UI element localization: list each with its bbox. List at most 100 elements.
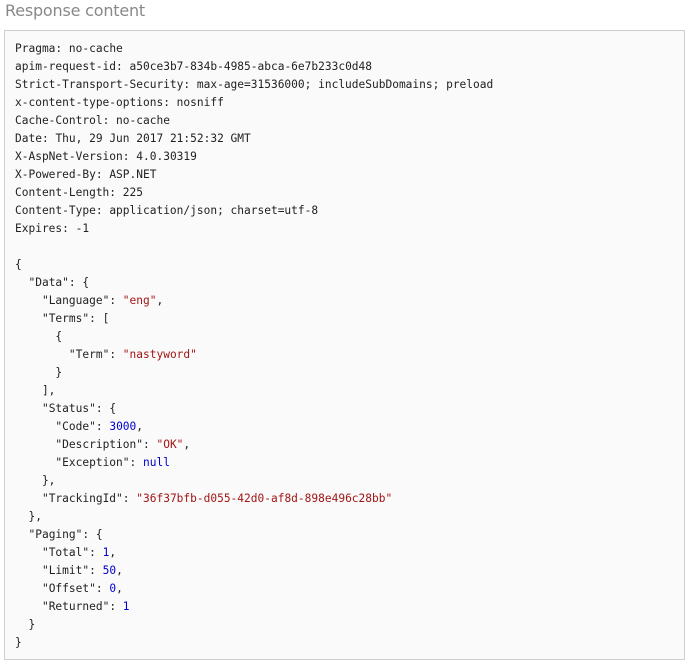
header-value: ASP.NET (109, 168, 157, 181)
json-punctuation (15, 582, 42, 595)
json-punctuation: : (109, 348, 123, 361)
header-separator: : (116, 60, 130, 73)
header-separator: : (41, 132, 56, 145)
json-key: "TrackingId" (41, 492, 123, 505)
header-name: Expires (15, 222, 63, 235)
json-punctuation: ], (15, 384, 56, 397)
json-punctuation: : [ (89, 312, 110, 325)
json-punctuation (15, 492, 42, 505)
json-punctuation: : (109, 600, 123, 613)
json-line: "Code": 3000, (15, 418, 674, 436)
json-punctuation: { (15, 330, 63, 343)
json-punctuation: : (95, 420, 110, 433)
json-line: "Returned": 1 (15, 598, 674, 616)
json-line: { (15, 328, 674, 346)
header-name: Content-Length (15, 186, 110, 199)
json-punctuation: , (136, 420, 144, 433)
json-key: "Total" (41, 546, 90, 559)
json-punctuation (15, 402, 42, 415)
header-value: nosniff (176, 96, 224, 109)
json-line: }, (15, 508, 674, 526)
json-key: "Offset" (41, 582, 96, 595)
header-value: -1 (75, 222, 90, 235)
json-line: "Exception": null (15, 454, 674, 472)
header-line: Date: Thu, 29 Jun 2017 21:52:32 GMT (15, 130, 674, 148)
json-punctuation (15, 276, 28, 289)
response-headers: Pragma: no-cache apim-request-id: a50ce3b… (15, 40, 674, 238)
header-value: 225 (122, 186, 143, 199)
json-punctuation (15, 600, 42, 613)
json-line: "Paging": { (15, 526, 674, 544)
json-punctuation: , (116, 564, 123, 577)
json-number-value: 50 (102, 564, 117, 577)
json-punctuation: : { (95, 402, 117, 415)
json-punctuation: }, (15, 474, 56, 487)
header-line: Content-Length: 225 (15, 184, 674, 202)
json-line: "Language": "eng", (15, 292, 674, 310)
json-null-value: null (143, 456, 170, 469)
json-punctuation: } (15, 636, 22, 649)
header-value: no-cache (68, 42, 123, 55)
json-punctuation (15, 456, 55, 469)
header-separator: : (62, 222, 76, 235)
header-separator: : (95, 168, 110, 181)
json-punctuation: : (142, 438, 157, 451)
header-name: Content-Type (15, 204, 96, 217)
json-number-value: 3000 (109, 420, 137, 433)
json-line: } (15, 616, 674, 634)
response-content-title: Response content (5, 1, 145, 20)
json-punctuation (15, 294, 42, 307)
header-separator: : (122, 150, 137, 163)
json-line: "Description": "OK", (15, 436, 674, 454)
json-punctuation: , (116, 582, 123, 595)
json-punctuation: , (183, 438, 191, 451)
json-string-value: "nastyword" (122, 348, 197, 361)
json-punctuation: }, (15, 510, 42, 523)
header-separator: : (163, 96, 177, 109)
json-key: "Status" (41, 402, 96, 415)
header-line: Pragma: no-cache (15, 40, 674, 58)
response-content-panel[interactable]: Pragma: no-cache apim-request-id: a50ce3b… (4, 30, 685, 660)
json-key: "Returned" (41, 600, 110, 613)
json-key: "Term" (68, 348, 110, 361)
header-line: x-content-type-options: nosniff (15, 94, 674, 112)
json-punctuation: : (109, 294, 123, 307)
header-value: a50ce3b7-834b-4985-abca-6e7b233c0d48 (129, 60, 373, 73)
json-punctuation: : { (68, 276, 90, 289)
json-line: "Limit": 50, (15, 562, 674, 580)
header-name: Cache-Control (15, 114, 103, 127)
json-key: "Limit" (41, 564, 90, 577)
json-string-value: "36f37bfb-d055-42d0-af8d-898e496c28bb" (136, 492, 393, 505)
json-key: "Code" (55, 420, 96, 433)
json-punctuation: : (89, 564, 103, 577)
json-string-value: "OK" (156, 438, 184, 451)
json-line: "Term": "nastyword" (15, 346, 674, 364)
json-punctuation: : (95, 582, 110, 595)
header-line: Strict-Transport-Security: max-age=31536… (15, 76, 674, 94)
header-line: X-AspNet-Version: 4.0.30319 (15, 148, 674, 166)
json-line: "Offset": 0, (15, 580, 674, 598)
header-name: Strict-Transport-Security (15, 78, 184, 91)
header-name: x-content-type-options (15, 96, 164, 109)
header-value: application/json; charset=utf-8 (109, 204, 319, 217)
json-punctuation (15, 348, 69, 361)
header-line: Content-Type: application/json; charset=… (15, 202, 674, 220)
header-name: Date (15, 132, 42, 145)
header-name: apim-request-id (15, 60, 117, 73)
header-name: X-Powered-By (15, 168, 96, 181)
json-punctuation: : (89, 546, 103, 559)
json-line: "Total": 1, (15, 544, 674, 562)
header-separator: : (55, 42, 69, 55)
json-punctuation (15, 528, 28, 541)
json-line: }, (15, 472, 674, 490)
json-line: "Terms": [ (15, 310, 674, 328)
header-value: Thu, 29 Jun 2017 21:52:32 GMT (55, 132, 251, 145)
header-line: X-Powered-By: ASP.NET (15, 166, 674, 184)
json-punctuation: , (156, 294, 164, 307)
header-line: Cache-Control: no-cache (15, 112, 674, 130)
json-punctuation (15, 312, 42, 325)
header-separator: : (183, 78, 197, 91)
json-line: ], (15, 382, 674, 400)
json-key: "Exception" (55, 456, 130, 469)
